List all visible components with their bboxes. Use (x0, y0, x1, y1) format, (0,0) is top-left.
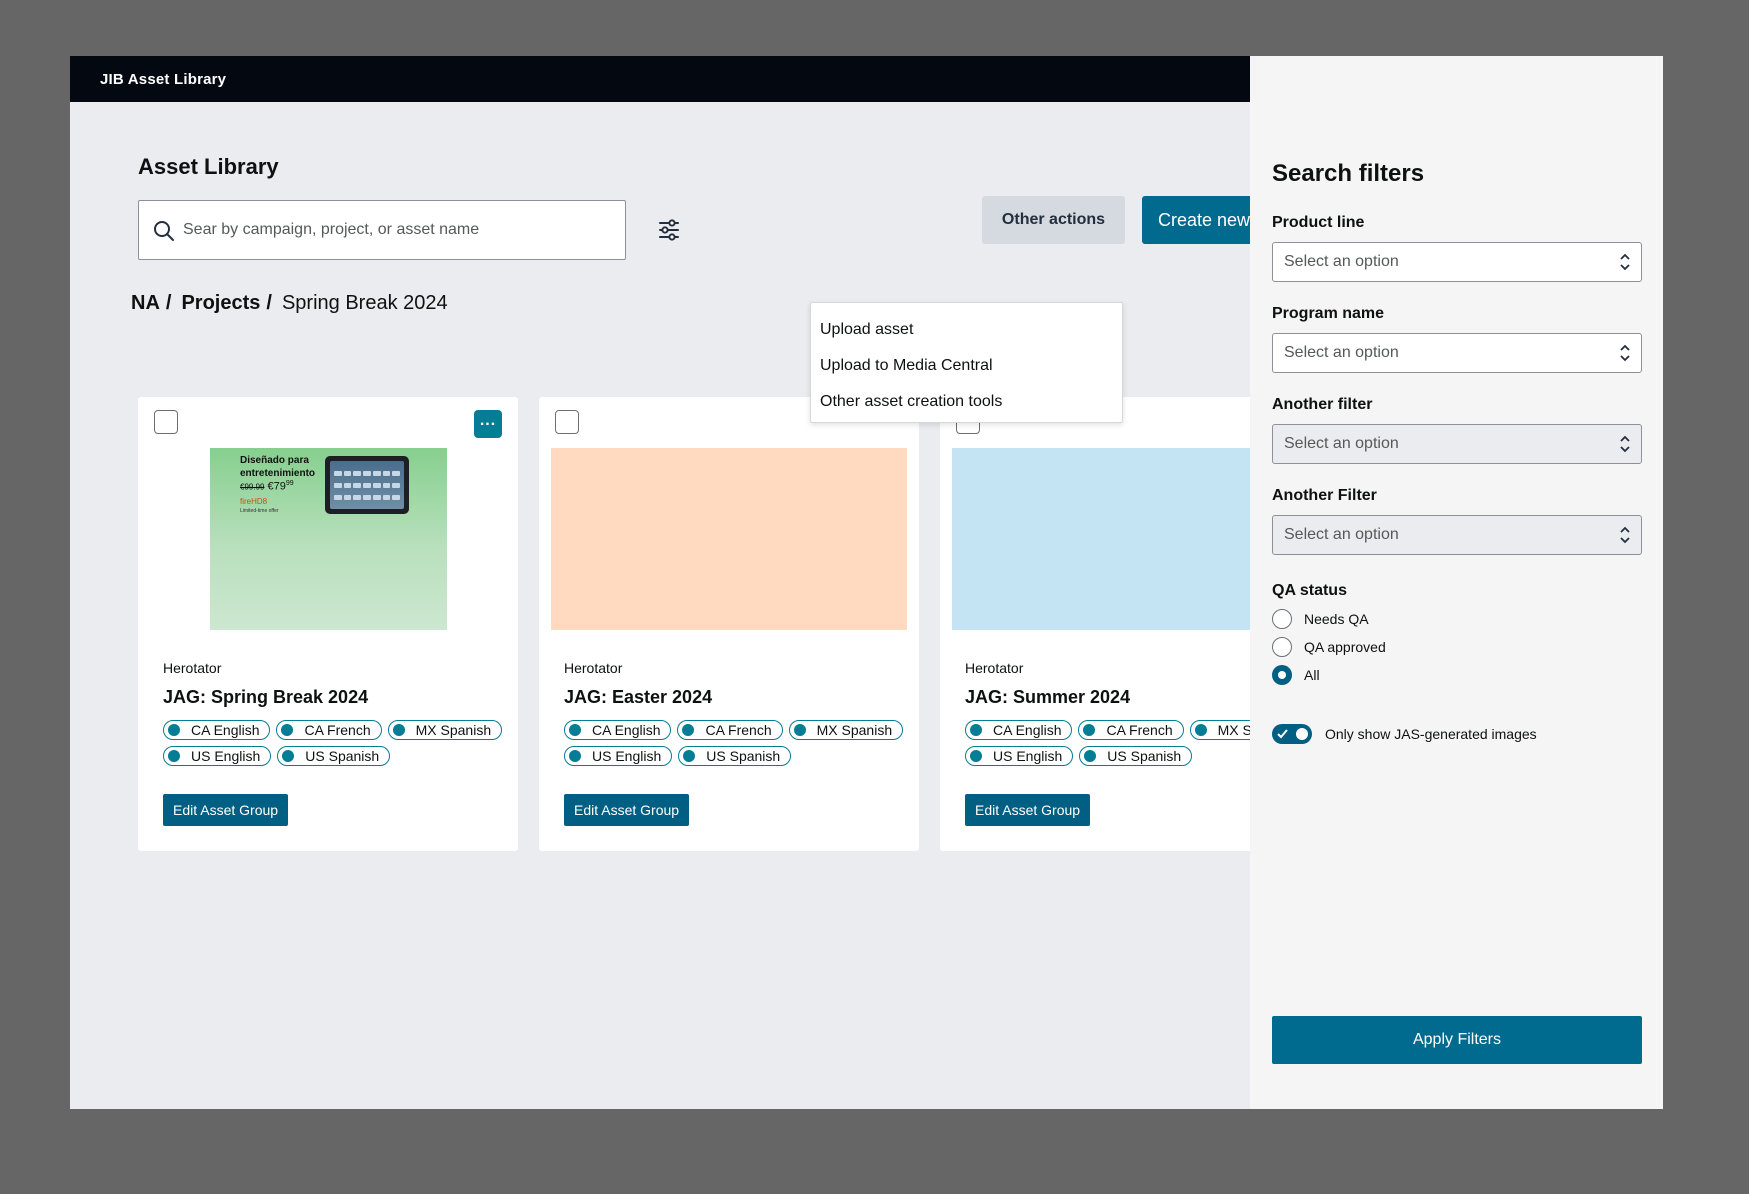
product-line-label: Product line (1272, 214, 1365, 231)
product-line-select[interactable]: Select an option (1272, 242, 1642, 282)
edit-asset-group-button[interactable]: Edit Asset Group (965, 794, 1091, 826)
other-actions-menu: Upload asset Upload to Media Central Oth… (810, 302, 1123, 423)
sliders-icon (659, 218, 679, 241)
locale-chip: MX Spanish (387, 720, 503, 740)
qa-status-label: QA status (1272, 582, 1347, 599)
radio-button[interactable] (1272, 665, 1292, 685)
locale-chip: CA French (677, 720, 783, 740)
create-new-button[interactable]: Create new (1142, 196, 1250, 244)
asset-card-summer: Herotator JAG: Summer 2024 CA English CA… (940, 397, 1250, 851)
locale-chips: CA English CA French MX Spanish US Engli… (564, 720, 914, 766)
promo-headline: Diseñado para entretenimiento (240, 455, 316, 479)
locale-chip: CA French (276, 720, 382, 740)
jas-toggle-row: Only show JAS-generated images (1272, 724, 1537, 744)
card-creator: Herotator (564, 660, 623, 676)
locale-chip: US Spanish (277, 746, 391, 766)
program-name-label: Program name (1272, 305, 1385, 322)
card-checkbox[interactable] (555, 410, 579, 434)
jas-toggle[interactable] (1272, 724, 1312, 744)
more-dots-icon[interactable]: ... (474, 410, 502, 438)
sort-arrows-icon (1620, 253, 1630, 271)
apply-filters-button[interactable]: Apply Filters (1272, 1016, 1642, 1064)
locale-chips: CA English CA French MX Spanish US Engli… (163, 720, 513, 766)
breadcrumb: NA / Projects / Spring Break 2024 (131, 292, 448, 315)
promo-price: €99.99 €7999 (240, 480, 294, 493)
locale-chip: CA English (163, 720, 271, 740)
breadcrumb-current: Spring Break 2024 (281, 292, 448, 314)
menu-item-upload-media-central[interactable]: Upload to Media Central (811, 348, 1122, 384)
tablet-image (325, 456, 409, 514)
menu-item-other-creation-tools[interactable]: Other asset creation tools (811, 384, 1122, 420)
search-icon (154, 221, 174, 241)
card-title: JAG: Spring Break 2024 (163, 687, 369, 707)
card-thumbnail (952, 448, 1250, 630)
breadcrumb-projects[interactable]: Projects (181, 292, 260, 315)
card-title: JAG: Easter 2024 (564, 687, 713, 707)
another-filter-select[interactable]: Select an option (1272, 424, 1642, 464)
sort-arrows-icon (1620, 344, 1630, 362)
radio-button[interactable] (1272, 609, 1292, 629)
jas-toggle-label: Only show JAS-generated images (1325, 726, 1537, 742)
another-filter-label: Another filter (1272, 396, 1373, 413)
promo-brand: fireHD8 (240, 497, 268, 506)
page-title: Asset Library (138, 154, 279, 179)
card-creator: Herotator (965, 660, 1024, 676)
locale-chip: CA French (1078, 720, 1184, 740)
breadcrumb-region[interactable]: NA (131, 292, 160, 315)
radio-qa-approved[interactable]: QA approved (1272, 637, 1386, 657)
locale-chip: US English (564, 746, 673, 766)
other-actions-button[interactable]: Other actions (982, 196, 1125, 244)
breadcrumb-separator: / (165, 292, 172, 314)
card-thumbnail: Diseñado para entretenimiento €99.99 €79… (210, 448, 447, 630)
locale-chip: CA English (564, 720, 672, 740)
card-thumbnail (551, 448, 907, 630)
locale-chip: CA English (965, 720, 1073, 740)
promo-tag: Limited-time offer (240, 508, 279, 514)
another-filter-2-label: Another Filter (1272, 487, 1377, 504)
locale-chip: US Spanish (678, 746, 792, 766)
edit-asset-group-button[interactable]: Edit Asset Group (163, 794, 289, 826)
card-checkbox[interactable] (154, 410, 178, 434)
top-bar: JIB Asset Library (70, 56, 1250, 102)
locale-chips: CA English CA French MX Spanish US Engli… (965, 720, 1250, 766)
card-creator: Herotator (163, 660, 222, 676)
locale-chip: US English (965, 746, 1074, 766)
filter-toggle-button[interactable] (652, 214, 686, 248)
app-frame: JIB Asset Library Asset Library Other ac… (70, 56, 1663, 1109)
radio-needs-qa[interactable]: Needs QA (1272, 609, 1369, 629)
locale-chip: MX Spanish (788, 720, 904, 740)
locale-chip: MX Spanish (1189, 720, 1250, 740)
app-title: JIB Asset Library (100, 71, 227, 88)
asset-card-spring-break: ... Diseñado para entretenimiento €99.99… (138, 397, 518, 851)
locale-chip: US English (163, 746, 272, 766)
radio-all[interactable]: All (1272, 665, 1320, 685)
menu-item-upload-asset[interactable]: Upload asset (811, 312, 1122, 348)
search-input[interactable] (183, 213, 613, 247)
search-filters-panel: Search filters Product line Select an op… (1250, 56, 1663, 1109)
search-box[interactable] (138, 200, 626, 260)
locale-chip: US Spanish (1079, 746, 1193, 766)
breadcrumb-separator: / (266, 292, 272, 314)
another-filter-2-select[interactable]: Select an option (1272, 515, 1642, 555)
program-name-select[interactable]: Select an option (1272, 333, 1642, 373)
main-content: Asset Library Other actions Create new N… (70, 102, 1250, 1109)
edit-asset-group-button[interactable]: Edit Asset Group (564, 794, 690, 826)
card-title: JAG: Summer 2024 (965, 687, 1131, 707)
panel-title: Search filters (1272, 160, 1425, 187)
check-icon (1277, 729, 1288, 739)
radio-button[interactable] (1272, 637, 1292, 657)
sort-arrows-icon (1620, 435, 1630, 453)
sort-arrows-icon (1620, 526, 1630, 544)
asset-card-easter: Herotator JAG: Easter 2024 CA English CA… (539, 397, 919, 851)
